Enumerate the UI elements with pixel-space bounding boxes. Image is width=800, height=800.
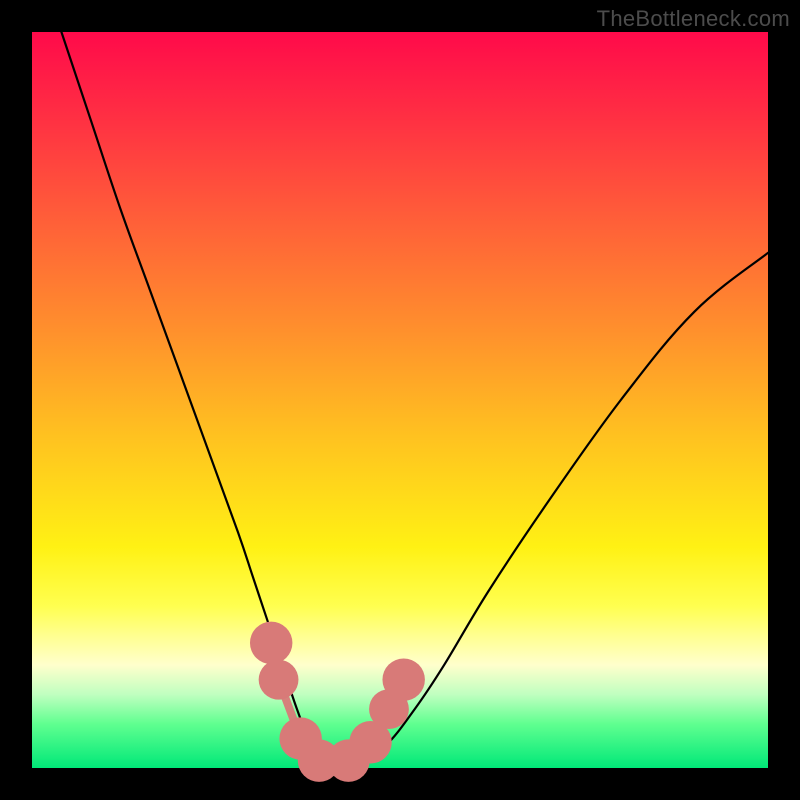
marker-left-lower — [259, 660, 299, 700]
marker-left — [250, 622, 292, 664]
markers-group — [250, 622, 425, 782]
marker-right — [382, 658, 424, 700]
attribution-text: TheBottleneck.com — [597, 6, 790, 32]
chart-frame: TheBottleneck.com — [0, 0, 800, 800]
chart-svg — [32, 32, 768, 768]
plot-area — [32, 32, 768, 768]
bottleneck-curve — [61, 32, 768, 766]
